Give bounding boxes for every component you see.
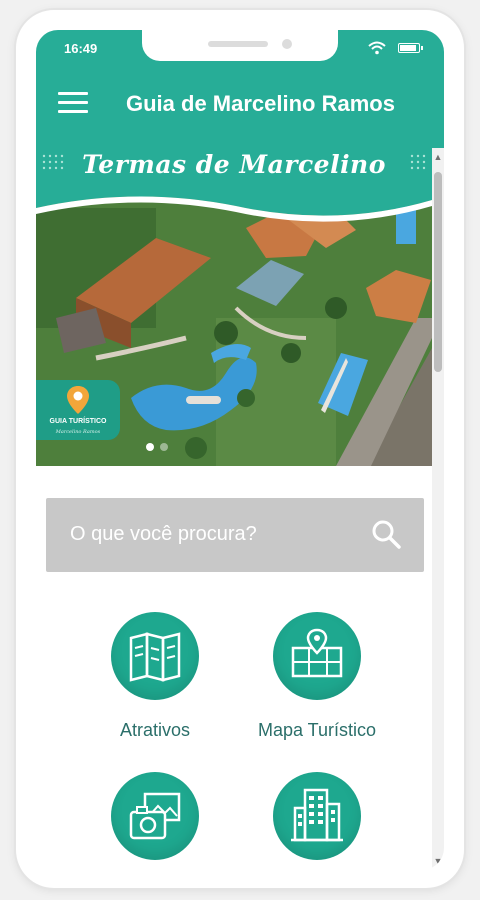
page-title: Guia de Marcelino Ramos [126,91,395,116]
logo-title: GUIA TURÍSTICO [49,418,107,425]
menu-item-photos[interactable] [75,772,235,870]
carousel-dot[interactable] [160,443,168,451]
hamburger-menu-button[interactable] [58,90,90,116]
menu-item-mapa-turistico[interactable]: Mapa Turístico [237,612,397,741]
guia-turistico-logo: GUIA TURÍSTICO Marcelino Ramos [36,380,120,440]
search-input[interactable]: O que você procura? [46,498,424,572]
carousel-dot-active[interactable] [146,443,154,451]
buildings-icon [291,788,343,842]
menu-item-atrativos[interactable]: Atrativos [75,612,235,741]
photo-camera-icon [129,792,181,840]
tile-circle [273,772,361,860]
banner-title: Termas de Marcelino [82,150,386,179]
scrollbar[interactable]: ▲ ▼ [432,148,444,870]
banner-carousel[interactable]: Termas de Marcelino GUIA TURÍSTICO Marce… [36,148,432,466]
menu-item-buildings[interactable] [237,772,397,870]
phone-notch [142,30,338,61]
search-icon[interactable] [370,518,402,550]
app-screen: 16:49 Guia de Marcelino Ramos Termas de … [36,30,444,870]
scrollbar-thumb[interactable] [434,172,442,372]
menu-item-label: Atrativos [119,720,191,740]
app-bar: 16:49 Guia de Marcelino Ramos [36,30,444,148]
phone-frame: 16:49 Guia de Marcelino Ramos Termas de … [16,10,464,888]
location-pin-icon [67,386,89,414]
search-placeholder: O que você procura? [70,523,257,545]
scroll-down-arrow-icon[interactable]: ▼ [432,856,444,866]
tile-circle [111,772,199,860]
map-brochure-icon [129,632,181,682]
battery-icon [398,43,423,53]
tile-circle [111,612,199,700]
scroll-up-arrow-icon[interactable]: ▲ [432,152,444,162]
logo-subtitle: Marcelino Ramos [55,429,101,435]
front-camera [282,39,292,49]
status-time: 16:49 [64,41,98,56]
map-location-icon [291,628,343,678]
wifi-icon [368,41,386,55]
speaker-grille [208,41,268,47]
tile-circle [273,612,361,700]
menu-item-label: Mapa Turístico [257,720,377,740]
